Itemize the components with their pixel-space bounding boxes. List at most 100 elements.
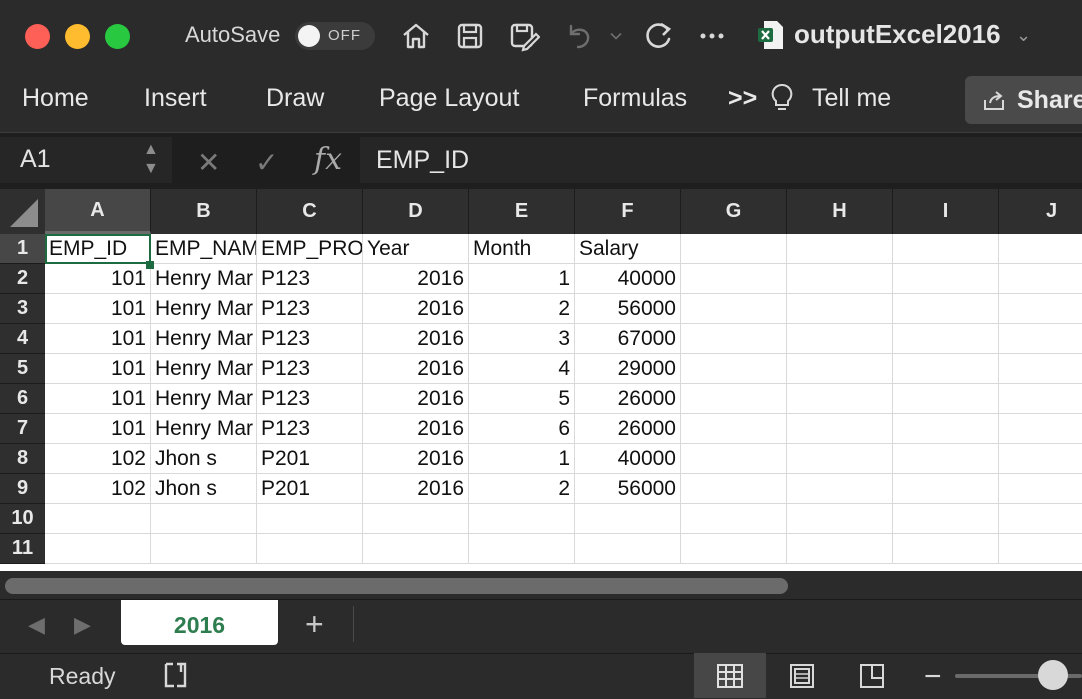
cell-f6[interactable]: 26000 <box>575 384 681 414</box>
cell-i11[interactable] <box>893 534 999 564</box>
cell-b5[interactable]: Henry Mar <box>151 354 257 384</box>
cell-i8[interactable] <box>893 444 999 474</box>
cell-i5[interactable] <box>893 354 999 384</box>
cell-i1[interactable] <box>893 234 999 264</box>
spreadsheet-grid[interactable]: ABCDEFGHIJ1EMP_IDEMP_NAMEEMP_PROJECTYear… <box>0 189 1082 571</box>
tab-home[interactable]: Home <box>22 84 89 113</box>
cell-a6[interactable]: 101 <box>45 384 151 414</box>
cell-b6[interactable]: Henry Mar <box>151 384 257 414</box>
cell-j1[interactable] <box>999 234 1082 264</box>
cell-d7[interactable]: 2016 <box>363 414 469 444</box>
row-header-9[interactable]: 9 <box>0 474 45 504</box>
cell-j10[interactable] <box>999 504 1082 534</box>
cell-h10[interactable] <box>787 504 893 534</box>
cell-b10[interactable] <box>151 504 257 534</box>
cell-h5[interactable] <box>787 354 893 384</box>
document-title[interactable]: outputExcel2016 <box>794 19 1001 50</box>
zoom-slider-handle[interactable] <box>1038 660 1068 690</box>
save-icon[interactable] <box>452 18 488 54</box>
cell-e10[interactable] <box>469 504 575 534</box>
next-sheet-icon[interactable]: ▶ <box>74 612 91 638</box>
cell-a5[interactable]: 101 <box>45 354 151 384</box>
cell-g8[interactable] <box>681 444 787 474</box>
cell-c6[interactable]: P123 <box>257 384 363 414</box>
column-header-e[interactable]: E <box>469 189 575 234</box>
select-all-button[interactable] <box>0 189 45 234</box>
cell-h6[interactable] <box>787 384 893 414</box>
cell-j2[interactable] <box>999 264 1082 294</box>
cell-c8[interactable]: P201 <box>257 444 363 474</box>
cell-j7[interactable] <box>999 414 1082 444</box>
column-header-d[interactable]: D <box>363 189 469 234</box>
undo-icon[interactable] <box>560 18 596 54</box>
column-header-i[interactable]: I <box>893 189 999 234</box>
cell-d6[interactable]: 2016 <box>363 384 469 414</box>
cell-e5[interactable]: 4 <box>469 354 575 384</box>
cell-e6[interactable]: 5 <box>469 384 575 414</box>
cell-e4[interactable]: 3 <box>469 324 575 354</box>
cell-b2[interactable]: Henry Mar <box>151 264 257 294</box>
name-box-stepper[interactable]: ▲ ▼ <box>143 140 159 178</box>
cell-g6[interactable] <box>681 384 787 414</box>
cell-f3[interactable]: 56000 <box>575 294 681 324</box>
row-header-1[interactable]: 1 <box>0 234 45 264</box>
cell-a11[interactable] <box>45 534 151 564</box>
cell-a8[interactable]: 102 <box>45 444 151 474</box>
cell-j11[interactable] <box>999 534 1082 564</box>
cell-g1[interactable] <box>681 234 787 264</box>
cell-e3[interactable]: 2 <box>469 294 575 324</box>
insert-function-icon[interactable]: fx <box>314 142 342 177</box>
cell-b9[interactable]: Jhon s <box>151 474 257 504</box>
cell-c2[interactable]: P123 <box>257 264 363 294</box>
redo-refresh-icon[interactable] <box>640 18 676 54</box>
cell-e7[interactable]: 6 <box>469 414 575 444</box>
cell-d10[interactable] <box>363 504 469 534</box>
prev-sheet-icon[interactable]: ◀ <box>28 612 45 638</box>
cell-h7[interactable] <box>787 414 893 444</box>
autosave-toggle[interactable]: OFF <box>295 22 375 50</box>
cell-d9[interactable]: 2016 <box>363 474 469 504</box>
home-icon[interactable] <box>398 18 434 54</box>
row-header-5[interactable]: 5 <box>0 354 45 384</box>
cell-d5[interactable]: 2016 <box>363 354 469 384</box>
cell-f11[interactable] <box>575 534 681 564</box>
cell-b7[interactable]: Henry Mar <box>151 414 257 444</box>
cell-f4[interactable]: 67000 <box>575 324 681 354</box>
row-header-4[interactable]: 4 <box>0 324 45 354</box>
cell-c9[interactable]: P201 <box>257 474 363 504</box>
horizontal-scroll-thumb[interactable] <box>5 578 788 594</box>
cell-i7[interactable] <box>893 414 999 444</box>
cell-g2[interactable] <box>681 264 787 294</box>
row-header-7[interactable]: 7 <box>0 414 45 444</box>
cell-h11[interactable] <box>787 534 893 564</box>
row-header-3[interactable]: 3 <box>0 294 45 324</box>
cell-e8[interactable]: 1 <box>469 444 575 474</box>
fill-handle[interactable] <box>146 261 154 269</box>
cell-b8[interactable]: Jhon s <box>151 444 257 474</box>
cell-e11[interactable] <box>469 534 575 564</box>
cell-j3[interactable] <box>999 294 1082 324</box>
cell-i2[interactable] <box>893 264 999 294</box>
cell-c3[interactable]: P123 <box>257 294 363 324</box>
cell-i9[interactable] <box>893 474 999 504</box>
column-header-a[interactable]: A <box>45 189 151 234</box>
tab-formulas[interactable]: Formulas <box>583 84 687 113</box>
undo-dropdown-chevron-icon[interactable] <box>598 18 634 54</box>
cell-g10[interactable] <box>681 504 787 534</box>
cell-j5[interactable] <box>999 354 1082 384</box>
add-sheet-button[interactable]: + <box>305 606 324 643</box>
cell-f9[interactable]: 56000 <box>575 474 681 504</box>
cell-b1[interactable]: EMP_NAME <box>151 234 257 264</box>
cell-a4[interactable]: 101 <box>45 324 151 354</box>
cell-g4[interactable] <box>681 324 787 354</box>
cell-c11[interactable] <box>257 534 363 564</box>
cell-a1[interactable]: EMP_ID <box>45 234 151 264</box>
cell-j6[interactable] <box>999 384 1082 414</box>
cell-i6[interactable] <box>893 384 999 414</box>
column-header-f[interactable]: F <box>575 189 681 234</box>
cell-g5[interactable] <box>681 354 787 384</box>
cell-b4[interactable]: Henry Mar <box>151 324 257 354</box>
close-window-button[interactable] <box>25 24 50 49</box>
tell-me-search[interactable]: Tell me <box>812 84 891 113</box>
title-chevron-down-icon[interactable]: ⌄ <box>1016 25 1031 46</box>
